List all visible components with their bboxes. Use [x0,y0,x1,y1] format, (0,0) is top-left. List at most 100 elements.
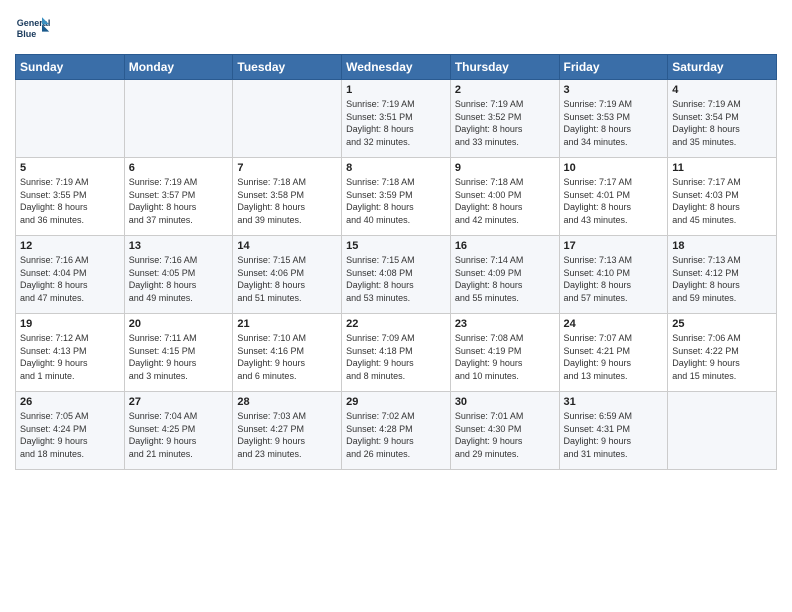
day-number: 28 [237,396,337,408]
calendar-cell: 22 Sunrise: 7:09 AM Sunset: 4:18 PM Dayli… [342,314,451,392]
calendar-cell: 1 Sunrise: 7:19 AM Sunset: 3:51 PM Daylig… [342,80,451,158]
week-row-1: 1 Sunrise: 7:19 AM Sunset: 3:51 PM Daylig… [16,80,777,158]
page-container: General Blue SundayMondayTuesdayWednesda… [0,0,792,475]
calendar-cell: 19 Sunrise: 7:12 AM Sunset: 4:13 PM Dayli… [16,314,125,392]
calendar-cell: 26 Sunrise: 7:05 AM Sunset: 4:24 PM Dayli… [16,392,125,470]
day-info: Sunrise: 7:13 AM Sunset: 4:10 PM Dayligh… [564,254,664,304]
day-number: 22 [346,318,446,330]
header: General Blue [15,10,777,46]
day-number: 27 [129,396,229,408]
week-row-5: 26 Sunrise: 7:05 AM Sunset: 4:24 PM Dayli… [16,392,777,470]
calendar-cell: 10 Sunrise: 7:17 AM Sunset: 4:01 PM Dayli… [559,158,668,236]
day-number: 26 [20,396,120,408]
header-day-saturday: Saturday [668,55,777,80]
day-number: 18 [672,240,772,252]
week-row-4: 19 Sunrise: 7:12 AM Sunset: 4:13 PM Dayli… [16,314,777,392]
day-info: Sunrise: 7:17 AM Sunset: 4:01 PM Dayligh… [564,176,664,226]
day-info: Sunrise: 7:19 AM Sunset: 3:54 PM Dayligh… [672,98,772,148]
calendar-cell: 23 Sunrise: 7:08 AM Sunset: 4:19 PM Dayli… [450,314,559,392]
calendar-cell: 6 Sunrise: 7:19 AM Sunset: 3:57 PM Daylig… [124,158,233,236]
day-info: Sunrise: 7:05 AM Sunset: 4:24 PM Dayligh… [20,410,120,460]
day-info: Sunrise: 7:12 AM Sunset: 4:13 PM Dayligh… [20,332,120,382]
day-number: 23 [455,318,555,330]
calendar-cell [124,80,233,158]
calendar-cell: 16Sunrise: 7:14 AM Sunset: 4:09 PM Dayli… [450,236,559,314]
day-info: Sunrise: 7:19 AM Sunset: 3:57 PM Dayligh… [129,176,229,226]
day-number: 9 [455,162,555,174]
day-number: 12 [20,240,120,252]
day-info: Sunrise: 7:14 AM Sunset: 4:09 PM Dayligh… [455,254,555,304]
day-info: Sunrise: 7:06 AM Sunset: 4:22 PM Dayligh… [672,332,772,382]
calendar-cell: 13 Sunrise: 7:16 AM Sunset: 4:05 PM Dayli… [124,236,233,314]
header-day-thursday: Thursday [450,55,559,80]
calendar-cell: 5Sunrise: 7:19 AM Sunset: 3:55 PM Daylig… [16,158,125,236]
day-info: Sunrise: 7:08 AM Sunset: 4:19 PM Dayligh… [455,332,555,382]
day-number: 5 [20,162,120,174]
day-info: Sunrise: 7:11 AM Sunset: 4:15 PM Dayligh… [129,332,229,382]
day-info: Sunrise: 7:01 AM Sunset: 4:30 PM Dayligh… [455,410,555,460]
day-number: 30 [455,396,555,408]
day-number: 29 [346,396,446,408]
week-row-2: 5Sunrise: 7:19 AM Sunset: 3:55 PM Daylig… [16,158,777,236]
day-info: Sunrise: 7:02 AM Sunset: 4:28 PM Dayligh… [346,410,446,460]
day-number: 21 [237,318,337,330]
header-day-sunday: Sunday [16,55,125,80]
day-info: Sunrise: 7:19 AM Sunset: 3:52 PM Dayligh… [455,98,555,148]
day-info: Sunrise: 7:09 AM Sunset: 4:18 PM Dayligh… [346,332,446,382]
calendar-cell: 3Sunrise: 7:19 AM Sunset: 3:53 PM Daylig… [559,80,668,158]
day-number: 13 [129,240,229,252]
calendar-cell: 4 Sunrise: 7:19 AM Sunset: 3:54 PM Daylig… [668,80,777,158]
day-info: Sunrise: 7:04 AM Sunset: 4:25 PM Dayligh… [129,410,229,460]
day-number: 11 [672,162,772,174]
calendar-cell: 28 Sunrise: 7:03 AM Sunset: 4:27 PM Dayli… [233,392,342,470]
day-number: 8 [346,162,446,174]
day-number: 1 [346,84,446,96]
calendar-cell [233,80,342,158]
header-row: SundayMondayTuesdayWednesdayThursdayFrid… [16,55,777,80]
day-number: 15 [346,240,446,252]
calendar-cell: 15Sunrise: 7:15 AM Sunset: 4:08 PM Dayli… [342,236,451,314]
calendar-cell: 11Sunrise: 7:17 AM Sunset: 4:03 PM Dayli… [668,158,777,236]
day-info: Sunrise: 7:16 AM Sunset: 4:05 PM Dayligh… [129,254,229,304]
day-info: Sunrise: 7:03 AM Sunset: 4:27 PM Dayligh… [237,410,337,460]
calendar-cell: 17 Sunrise: 7:13 AM Sunset: 4:10 PM Dayli… [559,236,668,314]
calendar-cell: 24 Sunrise: 7:07 AM Sunset: 4:21 PM Dayli… [559,314,668,392]
day-number: 6 [129,162,229,174]
day-number: 19 [20,318,120,330]
calendar-cell: 27 Sunrise: 7:04 AM Sunset: 4:25 PM Dayli… [124,392,233,470]
day-info: Sunrise: 6:59 AM Sunset: 4:31 PM Dayligh… [564,410,664,460]
header-day-monday: Monday [124,55,233,80]
svg-text:Blue: Blue [17,29,37,39]
day-info: Sunrise: 7:19 AM Sunset: 3:51 PM Dayligh… [346,98,446,148]
calendar-cell [668,392,777,470]
header-day-friday: Friday [559,55,668,80]
day-number: 25 [672,318,772,330]
calendar-cell: 14 Sunrise: 7:15 AM Sunset: 4:06 PM Dayli… [233,236,342,314]
day-info: Sunrise: 7:18 AM Sunset: 3:59 PM Dayligh… [346,176,446,226]
day-number: 24 [564,318,664,330]
calendar-cell: 30 Sunrise: 7:01 AM Sunset: 4:30 PM Dayli… [450,392,559,470]
day-info: Sunrise: 7:10 AM Sunset: 4:16 PM Dayligh… [237,332,337,382]
logo: General Blue [15,10,51,46]
day-number: 14 [237,240,337,252]
calendar-cell: 25 Sunrise: 7:06 AM Sunset: 4:22 PM Dayli… [668,314,777,392]
calendar-cell: 29 Sunrise: 7:02 AM Sunset: 4:28 PM Dayli… [342,392,451,470]
calendar-cell [16,80,125,158]
day-number: 17 [564,240,664,252]
day-info: Sunrise: 7:15 AM Sunset: 4:06 PM Dayligh… [237,254,337,304]
day-number: 4 [672,84,772,96]
calendar-cell: 18Sunrise: 7:13 AM Sunset: 4:12 PM Dayli… [668,236,777,314]
day-info: Sunrise: 7:18 AM Sunset: 4:00 PM Dayligh… [455,176,555,226]
calendar-cell: 8 Sunrise: 7:18 AM Sunset: 3:59 PM Daylig… [342,158,451,236]
calendar-table: SundayMondayTuesdayWednesdayThursdayFrid… [15,54,777,470]
day-info: Sunrise: 7:18 AM Sunset: 3:58 PM Dayligh… [237,176,337,226]
calendar-cell: 7Sunrise: 7:18 AM Sunset: 3:58 PM Daylig… [233,158,342,236]
logo-icon: General Blue [15,10,51,46]
day-number: 10 [564,162,664,174]
calendar-cell: 20 Sunrise: 7:11 AM Sunset: 4:15 PM Dayli… [124,314,233,392]
day-number: 2 [455,84,555,96]
week-row-3: 12Sunrise: 7:16 AM Sunset: 4:04 PM Dayli… [16,236,777,314]
day-number: 3 [564,84,664,96]
day-info: Sunrise: 7:07 AM Sunset: 4:21 PM Dayligh… [564,332,664,382]
day-number: 20 [129,318,229,330]
